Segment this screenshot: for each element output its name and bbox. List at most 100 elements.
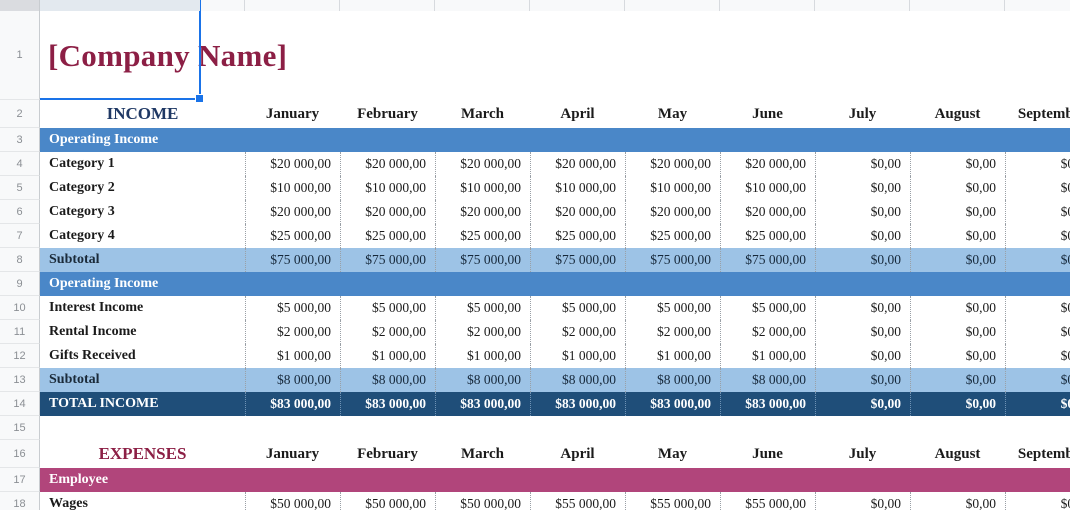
row-label-cell[interactable]: Interest Income — [40, 296, 245, 320]
value-cell[interactable]: $0,00 — [1005, 176, 1070, 200]
value-cell[interactable]: $83 000,00 — [435, 392, 530, 416]
column-header-strip[interactable] — [0, 0, 1070, 11]
value-cell[interactable]: March — [435, 440, 530, 468]
value-cell[interactable]: September — [1005, 440, 1070, 468]
value-cell[interactable]: $0,00 — [910, 392, 1005, 416]
value-cell[interactable]: $8 000,00 — [720, 368, 815, 392]
value-cell[interactable]: $20 000,00 — [340, 200, 435, 224]
value-cell[interactable] — [340, 272, 435, 296]
value-cell[interactable] — [720, 468, 815, 492]
value-cell[interactable]: $20 000,00 — [530, 152, 625, 176]
value-cell[interactable]: $75 000,00 — [720, 248, 815, 272]
value-cell[interactable]: $8 000,00 — [340, 368, 435, 392]
value-cell[interactable]: $75 000,00 — [435, 248, 530, 272]
value-cell[interactable]: $83 000,00 — [340, 392, 435, 416]
value-cell[interactable] — [245, 128, 340, 152]
value-cell[interactable] — [815, 272, 910, 296]
row-header-2[interactable]: 2 — [0, 100, 40, 128]
row-header-16[interactable]: 16 — [0, 440, 40, 468]
value-cell[interactable]: $0,00 — [1005, 492, 1070, 510]
value-cell[interactable]: $83 000,00 — [245, 392, 340, 416]
row-header-14[interactable]: 14 — [0, 392, 40, 416]
row-label-cell[interactable] — [40, 416, 245, 440]
value-cell[interactable] — [720, 128, 815, 152]
column-header-h[interactable] — [720, 0, 815, 11]
sheet-row[interactable]: 4 Category 1 $20 000,00 $20 000,00 $20 000,0… — [0, 152, 1070, 176]
value-cell[interactable] — [1005, 468, 1070, 492]
value-cell[interactable]: $20 000,00 — [625, 200, 720, 224]
value-cell[interactable]: $1 000,00 — [340, 344, 435, 368]
row-header-6[interactable]: 6 — [0, 200, 40, 224]
value-cell[interactable] — [1005, 272, 1070, 296]
value-cell[interactable] — [340, 416, 435, 440]
sheet-row[interactable]: 9 Operating Income — [0, 272, 1070, 296]
sheet-row[interactable]: 3 Operating Income — [0, 128, 1070, 152]
value-cell[interactable] — [625, 128, 720, 152]
value-cell[interactable]: $10 000,00 — [245, 176, 340, 200]
value-cell[interactable]: $8 000,00 — [625, 368, 720, 392]
value-cell[interactable]: $0,00 — [815, 224, 910, 248]
row-label-cell[interactable]: Subtotal — [40, 368, 245, 392]
value-cell[interactable]: $2 000,00 — [720, 320, 815, 344]
sheet-row[interactable]: 17 Employee — [0, 468, 1070, 492]
value-cell[interactable]: $1 000,00 — [720, 344, 815, 368]
value-cell[interactable]: $20 000,00 — [720, 152, 815, 176]
row-header-9[interactable]: 9 — [0, 272, 40, 296]
sheet-row[interactable]: 16 EXPENSES January February March April May Ju… — [0, 440, 1070, 468]
value-cell[interactable]: June — [720, 100, 815, 128]
row-label-cell[interactable]: Subtotal — [40, 248, 245, 272]
value-cell[interactable]: $10 000,00 — [435, 176, 530, 200]
value-cell[interactable]: $0,00 — [815, 248, 910, 272]
row-label-cell[interactable]: EXPENSES — [40, 440, 245, 468]
value-cell[interactable]: $55 000,00 — [530, 492, 625, 510]
value-cell[interactable]: April — [530, 100, 625, 128]
sheet-row[interactable]: 18 Wages $50 000,00 $50 000,00 $50 000,00 $55… — [0, 492, 1070, 510]
value-cell[interactable] — [720, 416, 815, 440]
value-cell[interactable]: $20 000,00 — [435, 200, 530, 224]
spreadsheet-canvas[interactable]: 1 [Company Name] 2 INCOME January February Mar… — [0, 0, 1070, 510]
value-cell[interactable]: $0,00 — [910, 200, 1005, 224]
select-all-corner[interactable] — [0, 0, 40, 11]
value-cell[interactable]: $20 000,00 — [245, 200, 340, 224]
value-cell[interactable]: $55 000,00 — [625, 492, 720, 510]
value-cell[interactable]: $25 000,00 — [720, 224, 815, 248]
column-header-e[interactable] — [435, 0, 530, 11]
value-cell[interactable]: $0,00 — [1005, 152, 1070, 176]
value-cell[interactable]: $8 000,00 — [530, 368, 625, 392]
column-header-k[interactable] — [1005, 0, 1070, 11]
value-cell[interactable] — [625, 468, 720, 492]
sheet-row[interactable]: 6 Category 3 $20 000,00 $20 000,00 $20 000,0… — [0, 200, 1070, 224]
row-header-13[interactable]: 13 — [0, 368, 40, 392]
value-cell[interactable] — [1005, 416, 1070, 440]
value-cell[interactable] — [435, 272, 530, 296]
column-header-d[interactable] — [340, 0, 435, 11]
value-cell[interactable] — [245, 416, 340, 440]
value-cell[interactable]: $75 000,00 — [340, 248, 435, 272]
value-cell[interactable]: $0,00 — [1005, 344, 1070, 368]
value-cell[interactable]: $20 000,00 — [720, 200, 815, 224]
value-cell[interactable]: $0,00 — [910, 368, 1005, 392]
value-cell[interactable] — [530, 272, 625, 296]
value-cell[interactable]: $2 000,00 — [435, 320, 530, 344]
row-header-11[interactable]: 11 — [0, 320, 40, 344]
value-cell[interactable]: $5 000,00 — [720, 296, 815, 320]
row-label-cell[interactable]: Gifts Received — [40, 344, 245, 368]
value-cell[interactable] — [435, 128, 530, 152]
value-cell[interactable]: $20 000,00 — [625, 152, 720, 176]
value-cell[interactable]: $75 000,00 — [245, 248, 340, 272]
value-cell[interactable]: $50 000,00 — [245, 492, 340, 510]
value-cell[interactable] — [340, 128, 435, 152]
row-header-8[interactable]: 8 — [0, 248, 40, 272]
value-cell[interactable]: $25 000,00 — [530, 224, 625, 248]
value-cell[interactable]: $0,00 — [815, 152, 910, 176]
row-header-10[interactable]: 10 — [0, 296, 40, 320]
value-cell[interactable] — [435, 416, 530, 440]
sheet-row[interactable]: 10 Interest Income $5 000,00 $5 000,00 $5 00… — [0, 296, 1070, 320]
value-cell[interactable]: $0,00 — [910, 320, 1005, 344]
value-cell[interactable]: $25 000,00 — [340, 224, 435, 248]
value-cell[interactable] — [910, 128, 1005, 152]
value-cell[interactable]: $25 000,00 — [245, 224, 340, 248]
value-cell[interactable]: $0,00 — [815, 176, 910, 200]
value-cell[interactable]: $5 000,00 — [245, 296, 340, 320]
value-cell[interactable]: $1 000,00 — [625, 344, 720, 368]
